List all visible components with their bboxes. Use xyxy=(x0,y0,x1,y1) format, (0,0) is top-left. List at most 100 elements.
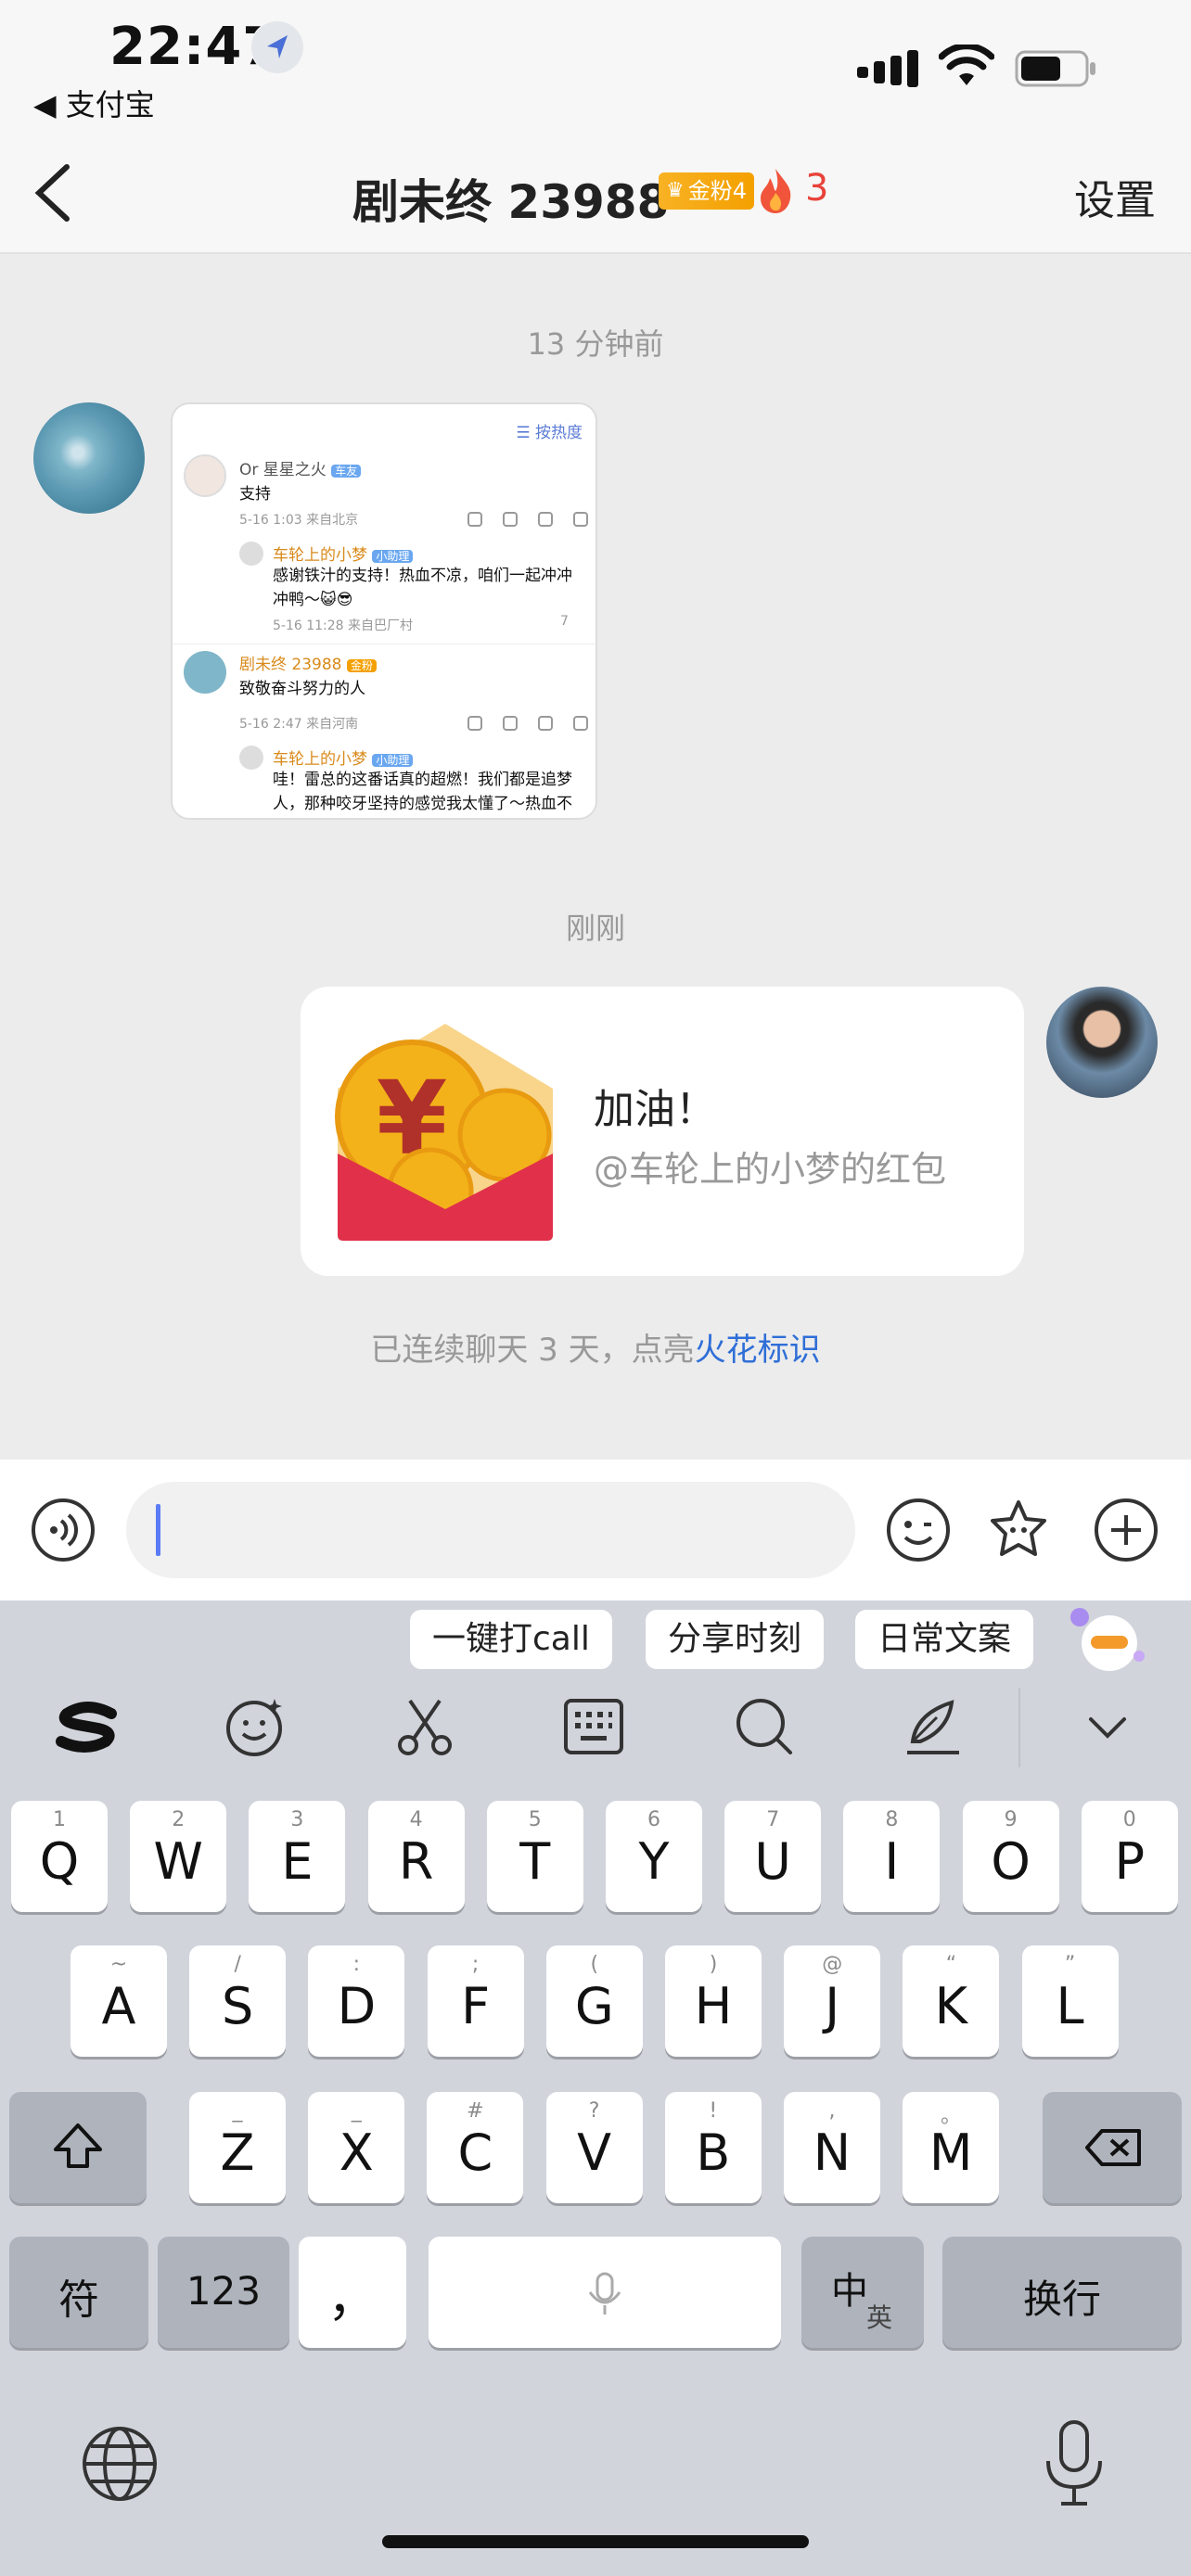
handwriting-pen-icon[interactable] xyxy=(900,1693,967,1760)
user-tag: 车友 xyxy=(331,465,362,478)
timestamp: 13 分钟前 xyxy=(527,326,664,362)
symbols-key[interactable]: 符 xyxy=(9,2237,148,2348)
key-b[interactable]: ! B xyxy=(664,2092,762,2203)
delete-key[interactable] xyxy=(1043,2092,1182,2203)
location-arrow-icon xyxy=(250,20,304,74)
sort-by-popularity: ☰ 按热度 xyxy=(516,424,583,442)
key-j[interactable]: @ J xyxy=(784,1945,881,2057)
key-w[interactable]: 2W xyxy=(130,1801,227,1912)
key-k[interactable]: “K xyxy=(903,1945,1000,2057)
key-label: B xyxy=(696,2123,731,2182)
key-hint: ~ xyxy=(109,1953,128,1976)
timestamp: 刚刚 xyxy=(565,911,625,946)
key-x[interactable]: _ X xyxy=(308,2092,405,2203)
wifi-icon xyxy=(938,43,995,87)
add-more-icon[interactable] xyxy=(1093,1497,1159,1563)
numbers-key[interactable]: 123 xyxy=(158,2237,289,2348)
key-v[interactable]: ? V xyxy=(545,2092,643,2203)
back-to-app-link[interactable]: ◀ 支付宝 xyxy=(33,82,155,124)
key-h[interactable]: ) H xyxy=(665,1945,762,2057)
reply-text: 感谢铁汁的支持！热血不凉，咱们一起冲冲冲鸭～😺😎 xyxy=(273,567,572,609)
reply-text: 哇！雷总的这番话真的超燃！我们都是追梦人，那种咬牙坚持的感觉我太懂了～热血不凉，… xyxy=(273,771,572,813)
key-g[interactable]: (G xyxy=(545,1945,643,2057)
key-hint: @ xyxy=(822,1953,843,1976)
key-hint: ” xyxy=(1064,1953,1076,1976)
shift-key[interactable] xyxy=(9,2092,147,2203)
key-hint: _ xyxy=(351,2099,362,2123)
key-hint: , xyxy=(828,2099,836,2123)
key-label: L xyxy=(1056,1977,1084,2035)
reply-username: 车轮上的小梦 xyxy=(273,750,367,769)
key-d[interactable]: :D xyxy=(308,1945,405,2057)
assistant-mascot-icon[interactable] xyxy=(1067,1602,1146,1677)
key-hint: : xyxy=(352,1953,361,1976)
search-icon[interactable] xyxy=(731,1693,798,1760)
key-hint: 9 xyxy=(1004,1808,1018,1831)
key-n[interactable]: ,N xyxy=(784,2092,880,2203)
reply-like-count: 7 xyxy=(560,614,569,629)
shared-screenshot-message[interactable]: ☰ 按热度 Or 星星之火 车友 支持 5-16 1:03 来自北京 车轮上的小… xyxy=(171,402,597,820)
comment-username: Or 星星之火 xyxy=(239,461,327,479)
message-input[interactable] xyxy=(126,1482,855,1578)
emoji-icon[interactable] xyxy=(885,1497,952,1563)
key-hint: / xyxy=(234,1953,241,1976)
key-e[interactable]: 3E xyxy=(249,1801,346,1912)
emoji-face-icon[interactable] xyxy=(221,1693,288,1760)
key-c[interactable]: # C xyxy=(427,2092,524,2203)
back-button[interactable] xyxy=(26,158,82,228)
user-tag: 小助理 xyxy=(372,550,414,563)
key-label: S xyxy=(222,1977,254,2035)
fan-level-badge: ♛ 金粉4 xyxy=(659,172,755,210)
comma-key[interactable]: ， xyxy=(299,2237,406,2348)
sticker-icon[interactable] xyxy=(985,1497,1052,1563)
spark-badge-link[interactable]: 火花标识 xyxy=(695,1332,821,1369)
reply-meta: 5-16 11:28 来自巴厂村 xyxy=(273,618,414,633)
key-i[interactable]: 8I xyxy=(843,1801,941,1912)
key-label: U xyxy=(754,1832,791,1891)
scissors-icon[interactable] xyxy=(391,1693,458,1760)
key-a[interactable]: ~ A xyxy=(70,1945,167,2057)
sogou-logo-icon[interactable] xyxy=(50,1693,124,1760)
chinese-english-toggle-key[interactable]: 中 英 xyxy=(801,2237,924,2348)
key-hint: 7 xyxy=(766,1808,780,1831)
suggestion-chip[interactable]: 一键打call xyxy=(410,1610,612,1669)
key-hint: 0 xyxy=(1122,1808,1136,1831)
dictation-microphone-icon[interactable] xyxy=(1039,2417,1109,2509)
space-key[interactable] xyxy=(429,2237,781,2348)
key-hint: 3 xyxy=(290,1808,304,1831)
key-u[interactable]: 7U xyxy=(724,1801,822,1912)
key-l[interactable]: ” L xyxy=(1021,1945,1119,2057)
comment-text: 支持 xyxy=(239,485,271,504)
globe-icon[interactable] xyxy=(80,2424,160,2504)
enter-key[interactable]: 换行 xyxy=(942,2237,1182,2348)
key-t[interactable]: 5T xyxy=(486,1801,583,1912)
key-y[interactable]: 6Y xyxy=(606,1801,702,1912)
key-r[interactable]: 4R xyxy=(367,1801,465,1912)
suggestion-chip[interactable]: 日常文案 xyxy=(855,1610,1034,1669)
suggestion-chip[interactable]: 分享时刻 xyxy=(646,1610,825,1669)
key-o[interactable]: 9O xyxy=(962,1801,1059,1912)
text-cursor xyxy=(156,1504,160,1556)
key-label: Y xyxy=(638,1832,670,1891)
key-p[interactable]: 0P xyxy=(1081,1801,1178,1912)
key-hint: ( xyxy=(590,1953,599,1976)
collapse-keyboard-icon[interactable] xyxy=(1074,1693,1141,1760)
my-avatar[interactable] xyxy=(1046,987,1158,1098)
key-label: N xyxy=(813,2123,852,2182)
key-label: K xyxy=(934,1977,968,2035)
chat-title: 剧未终 23988 xyxy=(352,175,670,229)
voice-input-icon[interactable] xyxy=(30,1497,96,1563)
key-label: O xyxy=(991,1832,1031,1891)
key-z[interactable]: _ Z xyxy=(189,2092,286,2203)
key-f[interactable]: ; F xyxy=(427,1945,524,2057)
battery-icon xyxy=(1015,50,1098,87)
comment-actions xyxy=(467,716,588,731)
settings-button[interactable]: 设置 xyxy=(1074,167,1156,226)
red-envelope-icon: ¥ xyxy=(328,1014,562,1248)
user-tag: 小助理 xyxy=(372,754,414,767)
key-s[interactable]: / S xyxy=(189,1945,287,2057)
key-m[interactable]: 。 M xyxy=(903,2092,1000,2203)
avatar[interactable] xyxy=(33,402,145,514)
key-q[interactable]: 1Q xyxy=(11,1801,108,1912)
keyboard-icon[interactable] xyxy=(560,1693,627,1760)
